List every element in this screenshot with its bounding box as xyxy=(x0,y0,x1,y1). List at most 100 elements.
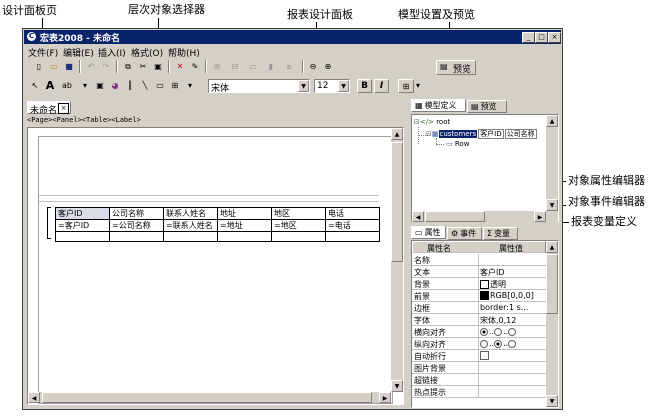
close-icon[interactable]: × xyxy=(58,103,69,114)
panel-tool-icon[interactable]: ▭ xyxy=(153,79,167,92)
property-row[interactable]: 自动折行 xyxy=(412,350,546,362)
title-bar[interactable]: C 宏表2008 - 未命名 _ □ × xyxy=(24,30,561,44)
table-cell[interactable]: 地址 xyxy=(217,207,272,220)
table-cell[interactable]: 公司名称 xyxy=(109,207,164,220)
table-cell[interactable] xyxy=(271,231,326,242)
menu-help[interactable]: 帮助(H) xyxy=(168,46,200,59)
tree-root-node[interactable]: ⊟</> root xyxy=(414,118,450,126)
dropdown-tool-icon[interactable]: ▾ xyxy=(78,79,92,92)
zoom-out-icon[interactable]: ⊖ xyxy=(306,60,320,73)
abc-tool-icon[interactable]: ab xyxy=(58,79,76,92)
maximize-button[interactable]: □ xyxy=(535,32,548,43)
cut-icon[interactable]: ✂ xyxy=(136,60,150,73)
property-row[interactable]: 文本 客户ID xyxy=(412,266,546,278)
property-row[interactable]: 名称 xyxy=(412,254,546,266)
property-row[interactable]: 超链接 xyxy=(412,374,546,386)
chevron-down-icon[interactable]: ▼ xyxy=(338,80,349,92)
canvas-horizontal-scrollbar[interactable]: ◀ ▶ xyxy=(28,392,391,403)
table-cell[interactable]: 电话 xyxy=(325,207,380,220)
paste-icon[interactable]: ▣ xyxy=(151,60,165,73)
same-height-icon[interactable]: ▮ xyxy=(264,60,278,73)
table-cell[interactable] xyxy=(217,231,272,242)
table-cell[interactable]: =公司名称 xyxy=(109,219,164,232)
report-design-canvas[interactable]: 客户ID 公司名称 联系人姓名 地址 地区 电话 =客户ID =公司名称 =联系… xyxy=(27,127,404,405)
scroll-down-icon[interactable]: ▼ xyxy=(391,380,403,392)
zoom-in-icon[interactable]: ⊕ xyxy=(321,60,335,73)
property-row[interactable]: 热点提示 xyxy=(412,386,546,398)
open-icon[interactable]: ▭ xyxy=(47,60,61,73)
horizontal-align-radios[interactable]: .... xyxy=(480,327,517,336)
property-row[interactable]: 边框 border:1 s... xyxy=(412,302,546,314)
copy-icon[interactable]: ⧉ xyxy=(121,60,135,73)
report-table[interactable]: 客户ID 公司名称 联系人姓名 地址 地区 电话 =客户ID =公司名称 =联系… xyxy=(55,207,380,242)
menu-file[interactable]: 文件(F) xyxy=(28,46,58,59)
table-cell-selected[interactable]: 客户ID xyxy=(55,207,110,220)
scroll-down-icon[interactable]: ▼ xyxy=(546,395,558,407)
delete-icon[interactable]: ✕ xyxy=(173,60,187,73)
scroll-thumb[interactable] xyxy=(546,254,558,314)
scroll-left-icon[interactable]: ◀ xyxy=(412,211,424,222)
format-brush-icon[interactable]: ✎ xyxy=(188,60,202,73)
radio-icon[interactable] xyxy=(508,327,517,336)
radio-icon[interactable] xyxy=(480,327,488,336)
image-tool-icon[interactable]: ▣ xyxy=(93,79,107,92)
tree-column-chip[interactable]: 客户ID xyxy=(478,129,504,139)
order-icon[interactable]: ⧈ xyxy=(282,60,296,73)
scroll-left-icon[interactable]: ◀ xyxy=(28,392,40,403)
object-selector-path[interactable]: <Page><Panel><Table><Label> xyxy=(27,116,141,124)
pointer-icon[interactable]: ↖ xyxy=(28,79,42,92)
scroll-up-icon[interactable]: ▲ xyxy=(546,241,558,253)
tab-model-definition[interactable]: ▦ 模型定义 xyxy=(411,99,466,112)
scroll-thumb[interactable] xyxy=(42,392,372,403)
chart-tool-icon[interactable]: ◕ xyxy=(108,79,122,92)
property-row[interactable]: 背景 透明 xyxy=(412,278,546,290)
tab-properties[interactable]: ▭ 属性 xyxy=(411,226,446,239)
table-cell[interactable]: =客户ID xyxy=(55,219,110,232)
radio-icon[interactable] xyxy=(494,339,503,348)
scroll-up-icon[interactable]: ▲ xyxy=(546,115,558,127)
table-cell[interactable]: =地址 xyxy=(217,219,272,232)
radio-icon[interactable] xyxy=(508,339,517,348)
radio-icon[interactable] xyxy=(494,327,503,336)
font-name-select[interactable]: 宋体 ▼ xyxy=(208,79,310,94)
new-icon[interactable]: ▯ xyxy=(32,60,46,73)
canvas-vertical-scrollbar[interactable]: ▲ ▼ xyxy=(391,128,403,392)
redo-icon[interactable]: ↷ xyxy=(99,60,113,73)
scroll-right-icon[interactable]: ▶ xyxy=(534,211,546,222)
close-button[interactable]: × xyxy=(548,32,561,43)
preview-button[interactable]: ▤ 预览 xyxy=(436,60,476,75)
align-icon[interactable]: ⊞ xyxy=(210,60,224,73)
tab-preview[interactable]: ▤ 预览 xyxy=(467,100,507,113)
distribute-icon[interactable]: ⊟ xyxy=(228,60,242,73)
property-row[interactable]: 前景 RGB[0,0,0] xyxy=(412,290,546,302)
more-tools-icon[interactable]: ▾ xyxy=(183,79,197,92)
tree-column-chip[interactable]: 公司名称 xyxy=(504,129,537,139)
property-grid[interactable]: 属性名 属性值 名称 文本 客户ID 背景 透明 前景 RGB[0,0,0] 边框 bo… xyxy=(411,240,559,408)
table-cell[interactable] xyxy=(55,231,110,242)
tree-horizontal-scrollbar[interactable]: ◀ ▶ xyxy=(412,211,546,222)
radio-icon[interactable] xyxy=(480,339,488,348)
table-cell[interactable]: =联系人姓名 xyxy=(163,219,218,232)
italic-button[interactable]: I xyxy=(374,79,389,93)
design-doc-tab[interactable]: 未命名 × xyxy=(27,101,71,116)
line-tool-icon[interactable]: ╲ xyxy=(138,79,152,92)
minimize-button[interactable]: _ xyxy=(522,32,535,43)
undo-icon[interactable]: ↶ xyxy=(84,60,98,73)
table-cell[interactable]: 地区 xyxy=(271,207,326,220)
menu-insert[interactable]: 插入(I) xyxy=(98,46,126,59)
model-tree[interactable]: ⊟</> root ⊟▦customers 客户ID 公司名称 ▭ Row ◀ ▶ … xyxy=(411,114,559,222)
property-row[interactable]: 图片背景 xyxy=(412,362,546,374)
save-icon[interactable]: ■ xyxy=(62,60,76,73)
vertical-align-radios[interactable]: .... xyxy=(480,339,517,348)
report-page[interactable]: 客户ID 公司名称 联系人姓名 地址 地区 电话 =客户ID =公司名称 =联系… xyxy=(38,136,393,404)
table-cell[interactable] xyxy=(109,231,164,242)
property-row[interactable]: 字体 宋体,0,12 xyxy=(412,314,546,326)
property-vertical-scrollbar[interactable]: ▲ ▼ xyxy=(546,241,558,407)
table-cell[interactable]: 联系人姓名 xyxy=(163,207,218,220)
menu-format[interactable]: 格式(O) xyxy=(131,46,163,59)
bold-button[interactable]: B xyxy=(357,79,372,93)
scroll-thumb[interactable] xyxy=(391,142,403,262)
checkbox-icon[interactable] xyxy=(480,351,489,360)
scroll-up-icon[interactable]: ▲ xyxy=(391,128,403,140)
scroll-right-icon[interactable]: ▶ xyxy=(379,392,391,403)
